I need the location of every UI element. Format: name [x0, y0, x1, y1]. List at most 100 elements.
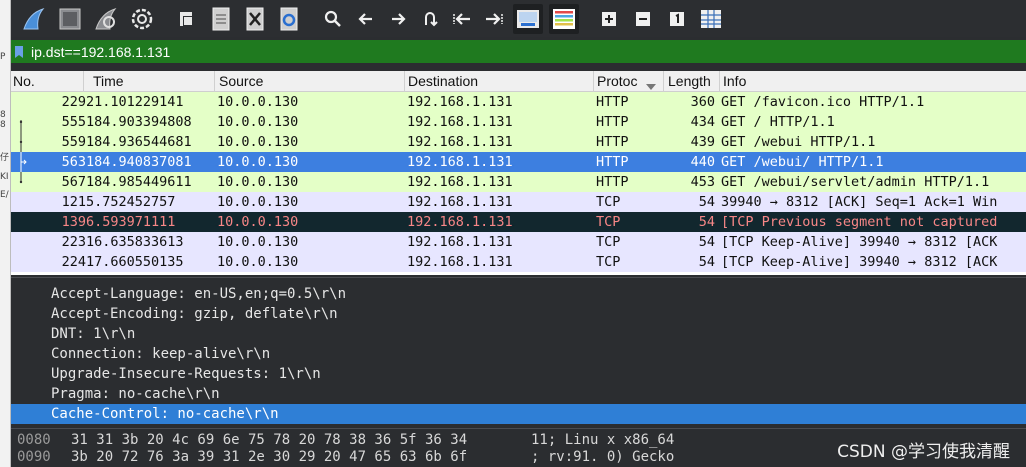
detail-field[interactable]: Cache-Control: no-cache\r\n	[11, 404, 1026, 424]
save-file-icon[interactable]	[207, 4, 235, 34]
cell-no: 563	[61, 154, 86, 170]
cell-length: 54	[698, 234, 715, 250]
cell-protocol: HTTP	[596, 114, 629, 130]
zoom-out-icon[interactable]	[629, 4, 657, 34]
column-header-info[interactable]: Info	[723, 73, 746, 89]
cell-time: 184.985449611	[86, 174, 192, 190]
column-separator[interactable]	[83, 71, 84, 92]
cell-length: 360	[690, 94, 715, 110]
restart-capture-icon[interactable]	[91, 4, 121, 34]
colorize-icon[interactable]	[549, 3, 579, 34]
filter-bookmark-icon[interactable]	[11, 40, 27, 63]
resize-columns-icon[interactable]	[697, 4, 725, 34]
packet-row[interactable]: 555 184.903394808 10.0.0.130 192.168.1.131 H…	[11, 112, 1026, 132]
open-file-icon[interactable]	[173, 4, 201, 34]
cell-no: 567	[61, 174, 86, 190]
packet-row[interactable]: 559 184.936544681 10.0.0.130 192.168.1.131 H…	[11, 132, 1026, 152]
cell-info: GET /favicon.ico HTTP/1.1	[721, 94, 925, 110]
autoscroll-icon[interactable]	[513, 3, 543, 34]
cell-destination: 192.168.1.131	[407, 94, 513, 110]
normal-size-icon[interactable]	[663, 4, 691, 34]
reload-file-icon[interactable]	[275, 4, 303, 34]
cell-protocol: TCP	[596, 214, 621, 230]
cell-length: 54	[698, 254, 715, 270]
cell-length: 439	[690, 134, 715, 150]
cell-info: [TCP Keep-Alive] 39940 → 8312 [ACK	[721, 234, 998, 250]
display-filter-input[interactable]	[27, 40, 1026, 63]
conversation-tree-line	[17, 152, 27, 172]
cell-length: 54	[698, 194, 715, 210]
find-packet-icon[interactable]	[319, 4, 347, 34]
cell-info: [TCP Previous segment not captured	[721, 214, 998, 230]
cell-no: 229	[61, 94, 86, 110]
cell-time: 184.903394808	[86, 114, 192, 130]
cell-time: 21.101229141	[86, 94, 184, 110]
cell-info: GET / HTTP/1.1	[721, 114, 835, 130]
packet-row[interactable]: 223 16.635833613 10.0.0.130 192.168.1.131 TC…	[11, 232, 1026, 252]
column-header-destination[interactable]: Destination	[408, 73, 478, 89]
pane-divider[interactable]	[11, 277, 1026, 278]
column-separator[interactable]	[663, 71, 664, 92]
column-header-no[interactable]: No.	[13, 73, 35, 89]
conversation-tree-line	[17, 112, 27, 132]
go-to-packet-icon[interactable]	[417, 4, 443, 34]
detail-field[interactable]: Accept-Language: en-US,en;q=0.5\r\n	[11, 284, 1026, 304]
column-separator[interactable]	[404, 71, 405, 92]
gutter-glyph: 8	[0, 120, 6, 130]
zoom-in-icon[interactable]	[595, 4, 623, 34]
cell-info: 39940 → 8312 [ACK] Seq=1 Ack=1 Win	[721, 194, 998, 210]
column-header-source[interactable]: Source	[219, 73, 263, 89]
cell-destination: 192.168.1.131	[407, 154, 513, 170]
cell-protocol: TCP	[596, 194, 621, 210]
cell-time: 5.752452757	[86, 194, 176, 210]
cell-no: 555	[61, 114, 86, 130]
cell-length: 440	[690, 154, 715, 170]
cell-source: 10.0.0.130	[217, 254, 299, 270]
bytes-ascii: 11; Linu x x86_64	[531, 432, 675, 448]
packet-row[interactable]: 563 184.940837081 10.0.0.130 192.168.1.131 H…	[11, 152, 1026, 172]
capture-options-icon[interactable]	[127, 4, 157, 34]
column-separator[interactable]	[593, 71, 594, 92]
detail-field[interactable]: DNT: 1\r\n	[11, 324, 1026, 344]
go-forward-icon[interactable]	[385, 4, 411, 34]
packet-list-header: No. Time Source Destination Protoc Lengt…	[11, 71, 1026, 92]
bytes-ascii: ; rv:91. 0) Gecko	[531, 449, 675, 465]
cell-source: 10.0.0.130	[217, 234, 299, 250]
column-separator[interactable]	[214, 71, 215, 92]
pane-divider[interactable]	[11, 428, 1026, 429]
detail-field[interactable]: Accept-Encoding: gzip, deflate\r\n	[11, 304, 1026, 324]
packet-row[interactable]: 139 6.593971111 10.0.0.130 192.168.1.131 TCP…	[11, 212, 1026, 232]
detail-field[interactable]: Pragma: no-cache\r\n	[11, 384, 1026, 404]
cell-info: [TCP Keep-Alive] 39940 → 8312 [ACK	[721, 254, 998, 270]
shark-fin-start-icon[interactable]	[19, 4, 49, 34]
column-header-time[interactable]: Time	[93, 73, 124, 89]
packet-row[interactable]: 121 5.752452757 10.0.0.130 192.168.1.131 TCP…	[11, 192, 1026, 212]
stop-capture-icon[interactable]	[55, 4, 85, 34]
cell-no: 223	[61, 234, 86, 250]
cell-no: 139	[61, 214, 86, 230]
background-window-edge: P 8 8 仔 KI E/	[0, 0, 11, 467]
detail-field[interactable]: Connection: keep-alive\r\n	[11, 344, 1026, 364]
cell-destination: 192.168.1.131	[407, 234, 513, 250]
column-separator[interactable]	[719, 71, 720, 92]
bytes-hex: 3b 20 72 76 3a 39 31 2e 30 29 20 47 65 6…	[71, 449, 468, 465]
cell-no: 121	[61, 194, 86, 210]
column-header-protocol[interactable]: Protoc	[597, 73, 637, 89]
cell-destination: 192.168.1.131	[407, 214, 513, 230]
close-file-icon[interactable]	[241, 4, 269, 34]
last-packet-icon[interactable]	[481, 4, 507, 34]
packet-row[interactable]: 229 21.101229141 10.0.0.130 192.168.1.131 HT…	[11, 92, 1026, 112]
detail-field[interactable]: Upgrade-Insecure-Requests: 1\r\n	[11, 364, 1026, 384]
cell-length: 54	[698, 214, 715, 230]
cell-time: 17.660550135	[86, 254, 184, 270]
first-packet-icon[interactable]	[449, 4, 475, 34]
packet-row[interactable]: 567 184.985449611 10.0.0.130 192.168.1.131 H…	[11, 172, 1026, 192]
gutter-glyph: 8	[0, 110, 6, 120]
packet-row[interactable]: 224 17.660550135 10.0.0.130 192.168.1.131 TC…	[11, 252, 1026, 272]
cell-destination: 192.168.1.131	[407, 174, 513, 190]
cell-source: 10.0.0.130	[217, 214, 299, 230]
cell-time: 16.635833613	[86, 234, 184, 250]
cell-protocol: TCP	[596, 234, 621, 250]
column-header-length[interactable]: Length	[668, 73, 711, 89]
go-back-icon[interactable]	[353, 4, 379, 34]
